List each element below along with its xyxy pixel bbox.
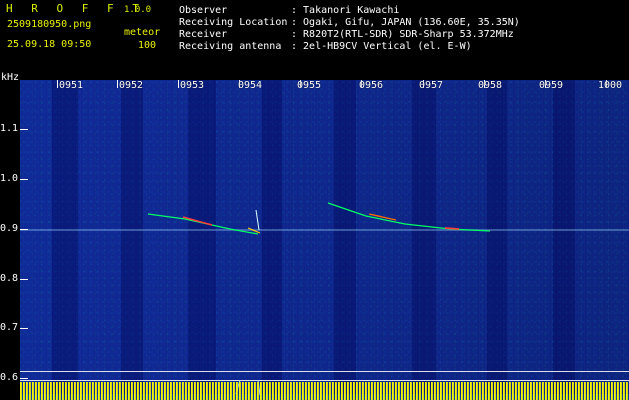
meteor-trace <box>182 216 213 226</box>
version-label: 1.0.0 <box>124 5 152 15</box>
header-panel: H R O F F T 1.0.0 2509180950.png 25.09.1… <box>0 0 629 80</box>
time-label-0955: 0955 <box>297 80 322 91</box>
time-label-0953: 0953 <box>180 80 205 91</box>
time-label-0957: 0957 <box>419 80 444 91</box>
meteor-trace <box>327 202 491 232</box>
time-label-0952: 0952 <box>119 80 144 91</box>
freq-label-0-6: 0.6 <box>0 372 19 383</box>
observer-value: : Takanori Kawachi <box>291 5 400 16</box>
meteor-traces <box>20 202 629 396</box>
count-label: 100 <box>138 40 157 51</box>
frequency-unit-label: kHz <box>1 72 20 83</box>
freq-tick <box>20 279 28 280</box>
time-label-1000: 1000 <box>598 80 623 91</box>
time-label-0958: 0958 <box>478 80 503 91</box>
freq-label-0-7: 0.7 <box>0 322 19 333</box>
time-label-0959: 0959 <box>539 80 564 91</box>
freq-tick <box>20 229 28 230</box>
location-value: : Ogaki, Gifu, JAPAN (136.60E, 35.35N) <box>291 17 520 28</box>
meteor-trace <box>444 227 460 230</box>
spectrogram-plot <box>20 80 629 400</box>
datetime-label: 25.09.18 09:50 <box>7 39 92 50</box>
freq-label-0-8: 0.8 <box>0 273 19 284</box>
time-label-0951: 0951 <box>59 80 84 91</box>
observer-label: Observer <box>179 5 228 16</box>
location-label: Receiving Location <box>179 17 288 28</box>
meteor-trace <box>255 209 260 231</box>
freq-label-1-0: 1.0 <box>0 173 19 184</box>
antenna-value: : 2el-HB9CV Vertical (el. E-W) <box>291 41 472 52</box>
receiver-value: : R820T2(RTL-SDR) SDR-Sharp 53.372MHz <box>291 29 514 40</box>
time-label-0954: 0954 <box>238 80 263 91</box>
filename-label: 2509180950.png <box>7 19 92 30</box>
time-label-0956: 0956 <box>359 80 384 91</box>
freq-label-1-1: 1.1 <box>0 123 19 134</box>
freq-tick <box>20 378 28 379</box>
freq-tick <box>20 328 28 329</box>
signal-histogram <box>20 382 629 400</box>
antenna-label: Receiving antenna <box>179 41 282 52</box>
mode-label: meteor <box>124 27 161 38</box>
freq-tick <box>20 179 28 180</box>
freq-tick <box>20 129 28 130</box>
freq-label-0-9: 0.9 <box>0 223 19 234</box>
meteor-trace <box>147 213 259 235</box>
receiver-label: Receiver <box>179 29 228 40</box>
